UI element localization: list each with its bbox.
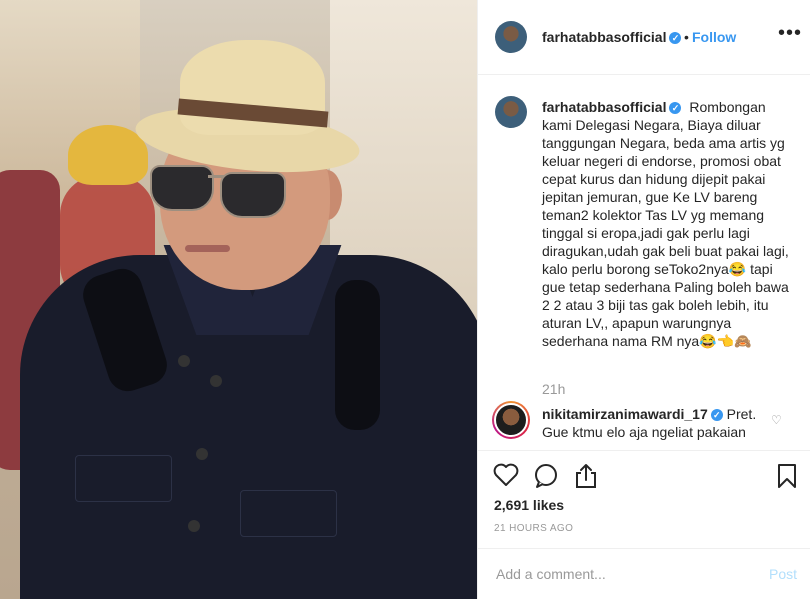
caption-username[interactable]: farhatabbasofficial ✓ <box>542 99 682 115</box>
post-comment-button[interactable]: Post <box>769 566 797 582</box>
avatar[interactable] <box>495 21 527 53</box>
comment-icon[interactable] <box>532 463 560 491</box>
comment-like-heart-icon[interactable]: ♡ <box>771 413 782 427</box>
follow-button[interactable]: Follow <box>692 29 736 45</box>
photo-shirt-button <box>210 375 222 387</box>
instagram-post-window: farhatabbasofficial ✓ • Follow ••• farhat… <box>0 0 810 599</box>
comment-item: nikitamirzanimawardi_17 ✓ Pret. Gue ktmu … <box>542 405 767 441</box>
post-header: farhatabbasofficial ✓ • Follow ••• <box>478 0 810 75</box>
post-sidebar: farhatabbasofficial ✓ • Follow ••• farhat… <box>477 0 810 599</box>
photo-man-mouth <box>185 245 230 252</box>
photo-shirt-button <box>188 520 200 532</box>
post-caption: farhatabbasofficial ✓ Rombongan kami Dele… <box>542 98 792 350</box>
photo-shirt-pocket <box>75 455 172 502</box>
comment-avatar[interactable] <box>492 401 530 439</box>
photo-shirt-button <box>196 448 208 460</box>
photo-sunglasses-bridge <box>208 175 224 178</box>
verified-badge-icon: ✓ <box>710 409 723 422</box>
comments-area[interactable]: farhatabbasofficial ✓ Rombongan kami Dele… <box>478 74 810 450</box>
photo-sunglasses-right-lens <box>220 172 286 218</box>
comment-input[interactable] <box>494 565 748 583</box>
verified-badge-icon: ✓ <box>669 102 682 115</box>
heart-icon[interactable] <box>492 463 520 491</box>
share-icon[interactable] <box>572 463 600 491</box>
more-options-icon[interactable]: ••• <box>778 22 802 45</box>
caption-avatar[interactable] <box>495 96 527 128</box>
post-timestamp[interactable]: 21 HOURS AGO <box>494 523 573 534</box>
verified-badge-icon: ✓ <box>669 32 682 45</box>
post-actions: 2,691 likes 21 HOURS AGO <box>478 450 810 549</box>
photo-shirt-pocket <box>240 490 337 537</box>
bookmark-icon[interactable] <box>773 463 801 491</box>
comment-username[interactable]: nikitamirzanimawardi_17 ✓ <box>542 406 723 422</box>
photo-bag-strap-right <box>335 280 380 430</box>
post-photo[interactable] <box>0 0 477 599</box>
photo-shirt-button <box>178 355 190 367</box>
caption-text: Rombongan kami Delegasi Negara, Biaya di… <box>542 99 789 349</box>
caption-time[interactable]: 21h <box>542 381 565 397</box>
photo-sunglasses-left-lens <box>150 165 214 211</box>
add-comment-bar: Post <box>478 548 810 600</box>
post-username[interactable]: farhatabbasofficial ✓ <box>542 29 682 45</box>
separator-dot: • <box>684 29 689 45</box>
like-count[interactable]: 2,691 likes <box>494 497 564 513</box>
